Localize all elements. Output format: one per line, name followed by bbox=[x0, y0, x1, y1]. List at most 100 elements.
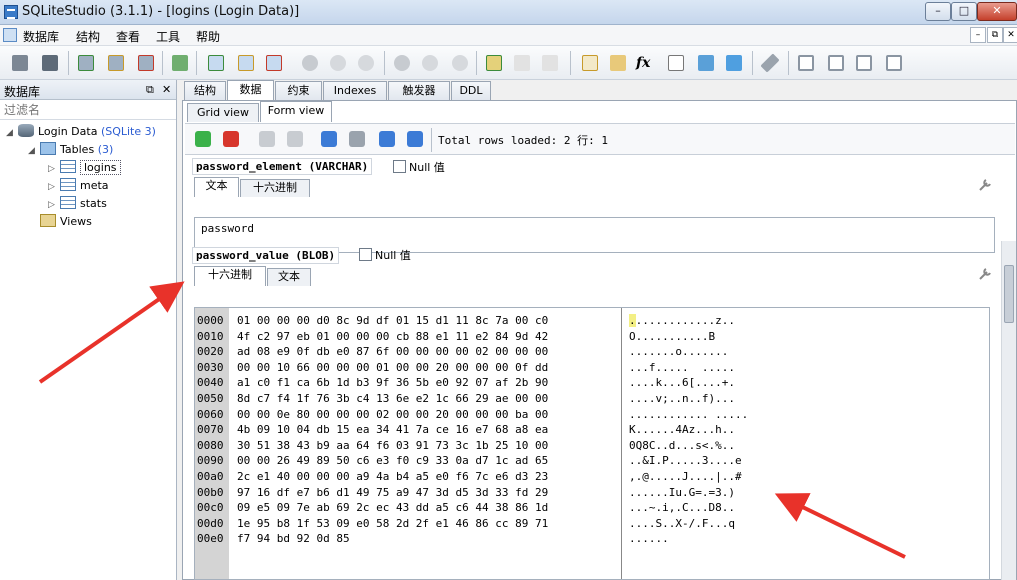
hex-bytes-row[interactable]: 4f c2 97 eb 01 00 00 00 cb 88 e1 11 e2 8… bbox=[237, 329, 548, 344]
prev-row-icon[interactable] bbox=[349, 131, 365, 147]
maximize-button[interactable]: □ bbox=[951, 2, 977, 21]
add-db-icon[interactable] bbox=[76, 53, 96, 73]
hex-bytes-row[interactable]: ad 08 e9 0f db e0 87 6f 00 00 00 00 02 0… bbox=[237, 344, 548, 359]
vertical-scrollbar[interactable] bbox=[1001, 241, 1016, 580]
hex-bytes-row[interactable]: 01 00 00 00 d0 8c 9d df 01 15 d1 11 8c 7… bbox=[237, 313, 548, 328]
window-menu-icon[interactable] bbox=[3, 28, 17, 42]
wrench-icon[interactable] bbox=[977, 177, 993, 193]
collations-icon[interactable] bbox=[666, 53, 686, 73]
rollback-icon[interactable] bbox=[287, 131, 303, 147]
wrench-icon[interactable] bbox=[977, 266, 993, 282]
hex-bytes-row[interactable]: a1 c0 f1 ca 6b 1d b3 9f 36 5b e0 92 07 a… bbox=[237, 375, 548, 390]
hex-ascii-row[interactable]: K......4Az...h.. bbox=[629, 422, 735, 437]
hex-ascii-column[interactable]: .............z.. O...........B .......o...… bbox=[623, 308, 989, 579]
edit-trigger-icon[interactable] bbox=[420, 53, 440, 73]
drop-table-icon[interactable] bbox=[264, 53, 284, 73]
functions-icon[interactable]: fx bbox=[636, 53, 656, 73]
tab-data[interactable]: 数据 bbox=[227, 80, 274, 102]
tab-structure[interactable]: 结构 bbox=[184, 81, 226, 101]
null-checkbox-password-element[interactable] bbox=[393, 160, 406, 173]
panel-float-icon[interactable]: ⧉ bbox=[146, 83, 154, 97]
tab-grid-view[interactable]: Grid view bbox=[187, 103, 259, 122]
create-table-icon[interactable] bbox=[206, 53, 226, 73]
panel-close-icon[interactable]: ✕ bbox=[162, 83, 171, 96]
add-index-icon[interactable] bbox=[300, 53, 320, 73]
tab-form-view[interactable]: Form view bbox=[260, 101, 332, 122]
remove-db-icon[interactable] bbox=[136, 53, 156, 73]
delete-row-icon[interactable] bbox=[223, 131, 239, 147]
tree-views[interactable]: Views bbox=[28, 214, 92, 232]
settings-icon[interactable] bbox=[760, 53, 780, 73]
scrollbar-thumb[interactable] bbox=[1004, 265, 1014, 323]
drop-view-icon[interactable] bbox=[540, 53, 560, 73]
edit-db-icon[interactable] bbox=[106, 53, 126, 73]
hex-ascii-row[interactable]: ....k...6[....+. bbox=[629, 375, 735, 390]
drop-trigger-icon[interactable] bbox=[450, 53, 470, 73]
edit-table-icon[interactable] bbox=[236, 53, 256, 73]
hex-ascii-row[interactable]: ......Iu.G=.=3.) bbox=[629, 485, 735, 500]
hex-bytes-row[interactable]: 09 e5 09 7e ab 69 2c ec 43 dd a5 c6 44 3… bbox=[237, 500, 548, 515]
disconnect-icon[interactable] bbox=[40, 53, 60, 73]
add-trigger-icon[interactable] bbox=[392, 53, 412, 73]
tab-triggers[interactable]: 触发器 bbox=[388, 81, 450, 101]
refresh-icon[interactable] bbox=[170, 53, 190, 73]
mdi-close-button[interactable]: ✕ bbox=[1003, 27, 1017, 43]
tree-db-login-data[interactable]: ◢ Login Data (SQLite 3) bbox=[6, 124, 156, 142]
hex-ascii-row[interactable]: .............z.. bbox=[629, 313, 735, 328]
tab-hex-field1[interactable]: 十六进制 bbox=[240, 179, 310, 197]
hex-ascii-row[interactable]: ....S..X-/.F...q bbox=[629, 516, 735, 531]
tab-indexes[interactable]: Indexes bbox=[323, 81, 387, 101]
hex-ascii-row[interactable]: ...f..... ..... bbox=[629, 360, 735, 375]
tree-table-logins[interactable]: ▷ logins bbox=[48, 160, 121, 178]
last-row-icon[interactable] bbox=[407, 131, 423, 147]
tab-ddl[interactable]: DDL bbox=[451, 81, 491, 101]
tab-text-field1[interactable]: 文本 bbox=[194, 177, 239, 197]
tile-icon[interactable] bbox=[796, 53, 816, 73]
hex-bytes-row[interactable]: 1e 95 b8 1f 53 09 e0 58 2d 2f e1 46 86 c… bbox=[237, 516, 548, 531]
menu-database[interactable]: 数据库 bbox=[23, 28, 59, 45]
query-history-icon[interactable] bbox=[608, 53, 628, 73]
tab-constraints[interactable]: 约束 bbox=[275, 81, 322, 101]
hex-bytes-row[interactable]: 97 16 df e7 b6 d1 49 75 a9 47 3d d5 3d 3… bbox=[237, 485, 548, 500]
extensions-icon[interactable] bbox=[696, 53, 716, 73]
hex-ascii-row[interactable]: 0Q8C..d...s<.%.. bbox=[629, 438, 735, 453]
mdi-minimize-button[interactable]: – bbox=[970, 27, 986, 43]
hex-ascii-row[interactable]: .......o....... bbox=[629, 344, 728, 359]
add-row-icon[interactable] bbox=[195, 131, 211, 147]
hex-bytes-column[interactable]: 01 00 00 00 d0 8c 9d df 01 15 d1 11 8c 7… bbox=[229, 308, 622, 579]
edit-index-icon[interactable] bbox=[328, 53, 348, 73]
hex-editor[interactable]: 0000 0010 0020 0030 0040 0050 0060 0070 0080 0090… bbox=[194, 307, 990, 580]
hex-ascii-row[interactable]: ....v;..n..f)... bbox=[629, 391, 735, 406]
cascade-icon[interactable] bbox=[884, 53, 904, 73]
minimize-button[interactable]: – bbox=[925, 2, 951, 21]
menu-help[interactable]: 帮助 bbox=[196, 28, 220, 45]
tile-vertical-icon[interactable] bbox=[854, 53, 874, 73]
hex-ascii-row[interactable]: ..&I.P.....3....e bbox=[629, 453, 742, 468]
hex-ascii-row[interactable]: O...........B bbox=[629, 329, 715, 344]
hex-bytes-row[interactable]: 00 00 10 66 00 00 00 01 00 00 20 00 00 0… bbox=[237, 360, 548, 375]
filter-input[interactable] bbox=[0, 101, 176, 119]
menu-view[interactable]: 查看 bbox=[116, 28, 140, 45]
tree-table-stats[interactable]: ▷ stats bbox=[48, 196, 107, 214]
commit-icon[interactable] bbox=[259, 131, 275, 147]
hex-bytes-row[interactable]: 8d c7 f4 1f 76 3b c4 13 6e e2 1c 66 29 a… bbox=[237, 391, 548, 406]
hex-ascii-row[interactable]: ...~.i,.C...D8.. bbox=[629, 500, 735, 515]
tab-hex-field2[interactable]: 十六进制 bbox=[194, 266, 266, 286]
drop-index-icon[interactable] bbox=[356, 53, 376, 73]
tab-text-field2[interactable]: 文本 bbox=[267, 268, 311, 286]
hex-bytes-row[interactable]: 4b 09 10 04 db 15 ea 34 41 7a ce 16 e7 6… bbox=[237, 422, 548, 437]
close-button[interactable]: ✕ bbox=[977, 2, 1017, 21]
hex-bytes-row[interactable]: 2c e1 40 00 00 00 a9 4a b4 a5 e0 f6 7c e… bbox=[237, 469, 548, 484]
connect-icon[interactable] bbox=[10, 53, 30, 73]
menu-tools[interactable]: 工具 bbox=[156, 28, 180, 45]
tree-table-meta[interactable]: ▷ meta bbox=[48, 178, 109, 196]
hex-bytes-row[interactable]: f7 94 bd 92 0d 85 bbox=[237, 531, 350, 546]
config-icon[interactable] bbox=[724, 53, 744, 73]
tile-horizontal-icon[interactable] bbox=[826, 53, 846, 73]
hex-ascii-row[interactable]: ,.@.....J....|..# bbox=[629, 469, 742, 484]
add-view-icon[interactable] bbox=[484, 53, 504, 73]
null-checkbox-password-value[interactable] bbox=[359, 248, 372, 261]
first-row-icon[interactable] bbox=[321, 131, 337, 147]
edit-view-icon[interactable] bbox=[512, 53, 532, 73]
mdi-restore-button[interactable]: ⧉ bbox=[987, 27, 1003, 43]
